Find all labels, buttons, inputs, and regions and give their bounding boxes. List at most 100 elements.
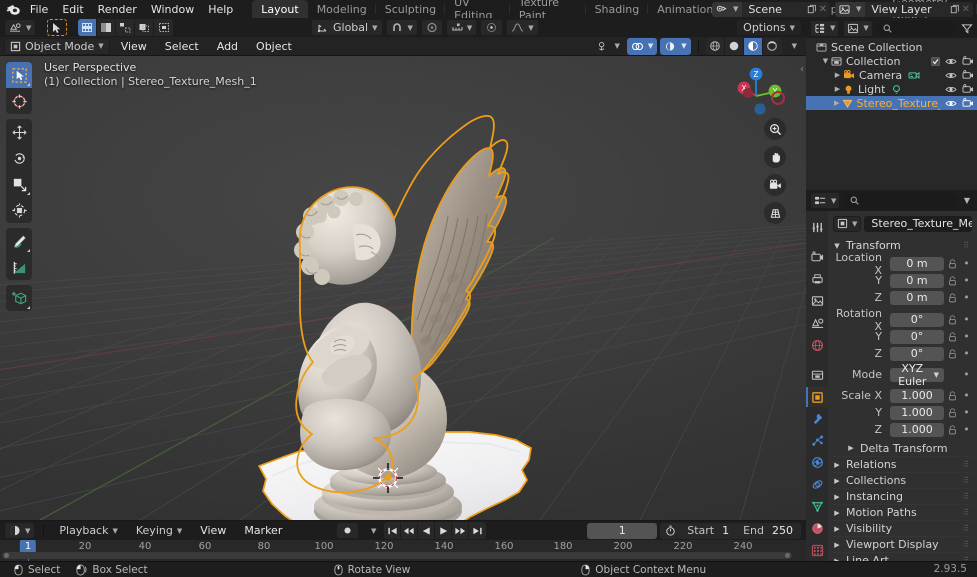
tab-layout[interactable]: Layout [252,0,307,18]
location-z-value[interactable]: 0 m [890,291,944,305]
chevron-down-icon[interactable]: ▼ [961,196,973,205]
animate-property-icon[interactable]: • [961,406,972,419]
lock-icon[interactable] [947,391,958,401]
x-icon[interactable]: ✕ [962,4,970,15]
disclosure-triangle[interactable]: ▶ [832,71,843,79]
next-keyframe-icon[interactable] [452,522,469,539]
frame-start-value[interactable]: 1 [720,524,737,537]
panel-viewport-display[interactable]: ▶ Viewport Display ⠿ [833,536,972,552]
scale-x-value[interactable]: 1.000 [890,389,944,403]
properties-tab-physics[interactable] [806,452,828,473]
properties-tab-scene[interactable] [806,313,828,334]
wireframe-icon[interactable] [706,38,725,55]
eye-icon[interactable] [945,71,957,80]
lock-icon[interactable] [947,349,958,359]
vertex-select-icon[interactable] [78,19,97,36]
scale-y-value[interactable]: 1.000 [890,406,944,420]
camera-data-icon[interactable] [908,70,920,80]
panel-instancing[interactable]: ▶ Instancing ⠿ [833,488,972,504]
tab-modeling[interactable]: Modeling [308,0,376,18]
properties-tab-data[interactable] [806,496,828,517]
animate-property-icon[interactable]: • [961,274,972,287]
transform-orientation-selector[interactable]: Global ▼ [311,19,383,36]
statue-model[interactable] [0,56,806,520]
jump-end-icon[interactable] [469,522,486,539]
object-mode-selector[interactable]: Object Mode ▼ [4,38,110,55]
outliner-display-mode-icon[interactable]: ▼ [810,20,839,37]
tab-sculpting[interactable]: Sculpting [376,0,445,18]
tab-shading[interactable]: Shading [586,0,649,18]
outliner-row-camera[interactable]: ▶ Camera [806,68,977,82]
render-camera-icon[interactable] [962,56,974,66]
tool-measure-icon[interactable] [6,254,32,280]
duplicate-icon[interactable] [950,4,960,14]
scale-z-value[interactable]: 1.000 [890,423,944,437]
properties-editor[interactable]: ▼ ▼ [806,190,977,561]
tool-scale-icon[interactable] [6,171,32,197]
scene-selector[interactable]: ▼ Scene ✕ [712,2,830,17]
tool-tweak-select-icon[interactable] [6,62,32,88]
object-name-field[interactable]: Stereo_Texture_Mesh_1 [864,216,972,232]
lock-icon[interactable] [947,332,958,342]
properties-tab-material[interactable] [806,518,828,539]
shading-popover-chevron[interactable]: ▼ [785,38,800,55]
timeline-track-area[interactable]: 20406080100120140160180200220240 1 [0,540,806,561]
properties-tab-render[interactable] [806,247,828,268]
properties-tab-object[interactable] [806,387,828,408]
snap-point-icon[interactable] [480,19,503,36]
menu-help[interactable]: Help [201,1,240,17]
panel-motion-paths[interactable]: ▶ Motion Paths ⠿ [833,504,972,520]
editor-type-3dview-icon[interactable]: ▼ [4,19,36,36]
play-icon[interactable] [435,522,452,539]
panel-collections[interactable]: ▶ Collections ⠿ [833,472,972,488]
outliner-search-input[interactable] [877,21,957,36]
tab-texture-paint[interactable]: Texture Paint [510,0,586,18]
navigation-gizmo[interactable]: Z Y X [734,62,790,118]
panel-visibility[interactable]: ▶ Visibility ⠿ [833,520,972,536]
transform-b-icon[interactable] [135,19,154,36]
scene-icon[interactable]: ▼ [712,2,742,17]
animate-property-icon[interactable]: • [961,389,972,402]
viewport-menu-view[interactable]: View [114,38,154,54]
transform-a-icon[interactable] [116,19,135,36]
eye-icon[interactable] [945,99,957,108]
solid-icon[interactable] [725,38,744,55]
properties-tab-collection[interactable] [806,365,828,386]
prev-keyframe-icon[interactable] [401,522,418,539]
zoom-icon[interactable] [764,118,786,140]
auto-keying-toggle[interactable] [336,522,359,539]
falloff-smooth-icon[interactable]: ▼ [506,19,538,36]
animate-property-icon[interactable]: • [961,330,972,343]
collection-checkbox[interactable] [931,57,940,66]
animate-property-icon[interactable]: • [961,347,972,360]
animate-property-icon[interactable]: • [961,313,972,326]
play-reverse-icon[interactable] [418,522,435,539]
menu-window[interactable]: Window [144,1,201,17]
blender-logo-icon[interactable] [4,1,23,17]
properties-editor-icon[interactable]: ▼ [810,192,840,209]
viewport-options-button[interactable]: Options ▼ [736,19,802,36]
camera-view-icon[interactable] [764,174,786,196]
tool-annotate-icon[interactable] [6,228,32,254]
outliner-filter-id-icon[interactable]: ▼ [843,20,872,37]
rotation-z-value[interactable]: 0° [890,347,944,361]
tab-uv-editing[interactable]: UV Editing [445,0,510,18]
location-y-value[interactable]: 0 m [890,274,944,288]
properties-tab-output[interactable] [806,269,828,290]
proportional-edit-icon[interactable] [421,19,443,36]
viewport-menu-select[interactable]: Select [158,38,206,54]
properties-tab-particles[interactable] [806,430,828,451]
render-camera-icon[interactable] [962,70,974,80]
properties-tab-world[interactable] [806,335,828,356]
active-tool-indicator[interactable] [47,19,67,36]
timeline-menu-playback[interactable]: Playback▼ [52,522,124,539]
pan-hand-icon[interactable] [764,146,786,168]
lock-icon[interactable] [947,259,958,269]
delta-transform-subpanel[interactable]: ▶ Delta Transform [833,440,972,456]
viewport-menu-object[interactable]: Object [249,38,299,54]
tool-move-icon[interactable] [6,119,32,145]
lock-icon[interactable] [947,408,958,418]
tool-transform-icon[interactable] [6,197,32,223]
lock-icon[interactable] [947,293,958,303]
rotation-mode-value[interactable]: XYZ Euler ▼ [890,368,944,382]
